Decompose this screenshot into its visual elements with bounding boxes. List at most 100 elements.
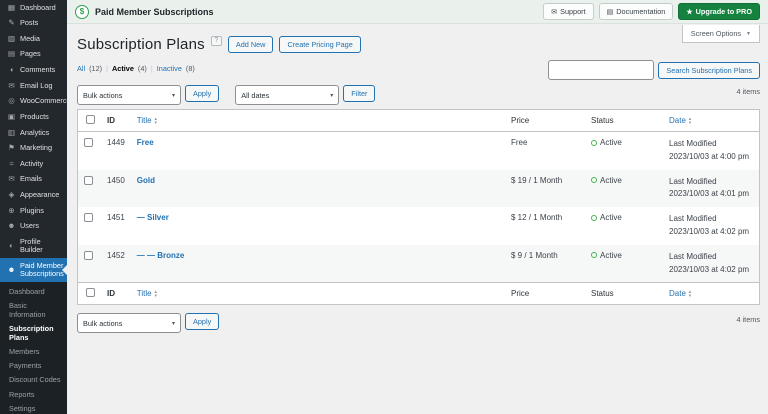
- plan-title-link[interactable]: — — Bronze: [137, 251, 185, 260]
- chevron-down-icon: ▾: [330, 92, 334, 99]
- submenu-item-dashboard[interactable]: Dashboard: [0, 284, 67, 298]
- plan-price: $ 12 / 1 Month: [511, 213, 563, 223]
- submenu-item-payments[interactable]: Payments: [0, 359, 67, 373]
- support-icon: ✉: [551, 8, 558, 16]
- filter-separator: |: [150, 64, 153, 73]
- search-input[interactable]: [548, 60, 655, 80]
- row-checkbox[interactable]: [84, 250, 93, 260]
- column-date-sort-link[interactable]: Date ▲ ▼: [669, 116, 692, 125]
- apply-button-bottom[interactable]: Apply: [185, 313, 220, 331]
- search-button[interactable]: Search Subscription Plans: [658, 61, 760, 79]
- column-title-sort-link[interactable]: Title ▲ ▼: [137, 289, 158, 298]
- help-icon[interactable]: ?: [210, 35, 222, 46]
- support-label: Support: [560, 7, 586, 16]
- sidebar-item-label: Analytics: [20, 127, 50, 137]
- row-checkbox[interactable]: [84, 138, 93, 147]
- column-date-sort-link[interactable]: Date ▲ ▼: [669, 289, 692, 298]
- sidebar-item-woocommerce[interactable]: ◎ WooCommerce: [0, 94, 67, 110]
- bulk-actions-select-bottom[interactable]: Bulk actions ▾: [77, 313, 181, 334]
- filter-button[interactable]: Filter: [343, 85, 376, 102]
- sidebar-item-pages[interactable]: ▤ Pages: [0, 47, 67, 63]
- create-pricing-page-button[interactable]: Create Pricing Page: [279, 35, 361, 53]
- sidebar-item-comments[interactable]: ◖ Comments: [0, 63, 67, 79]
- screen-options-tab[interactable]: Screen Options ▼: [681, 25, 760, 43]
- sort-icon: ▲ ▼: [153, 289, 158, 298]
- add-new-button[interactable]: Add New: [227, 35, 274, 53]
- sidebar-item-dashboard[interactable]: ▦ Dashboard: [0, 0, 67, 16]
- sidebar-item-label: Plugins: [20, 205, 44, 215]
- sidebar-item-label: Products: [20, 111, 49, 121]
- bulk-actions-label: Bulk actions: [83, 90, 123, 100]
- sidebar-item-label: Marketing: [20, 143, 53, 153]
- plugins-icon: ⊕: [8, 205, 15, 215]
- plan-date: Last Modified 2023/10/03 at 4:02 pm: [669, 214, 750, 236]
- sidebar-item-email-log[interactable]: ✉ Email Log: [0, 78, 67, 94]
- chevron-down-icon: ▼: [746, 30, 751, 37]
- sidebar-item-activity[interactable]: ≈ Activity: [0, 156, 67, 172]
- sidebar-item-analytics[interactable]: ▥ Analytics: [0, 125, 67, 141]
- filter-all-count: (12): [89, 64, 103, 73]
- filter-active-link[interactable]: Active: [112, 64, 134, 73]
- sidebar-item-media[interactable]: ▨ Media: [0, 31, 67, 47]
- plan-title-link[interactable]: — Silver: [137, 213, 169, 222]
- sidebar-item-appearance[interactable]: ◈ Appearance: [0, 188, 67, 204]
- sidebar-item-label: Emails: [20, 174, 42, 184]
- sidebar-item-emails[interactable]: ✉ Emails: [0, 172, 67, 188]
- sidebar-item-marketing[interactable]: ⚑ Marketing: [0, 141, 67, 157]
- sidebar-item-label: Activity: [20, 158, 44, 168]
- table-body: 1449 Free Free Active Last Modified 2023…: [78, 132, 759, 283]
- all-dates-select[interactable]: All dates ▾: [235, 85, 340, 105]
- filter-all-link[interactable]: All: [77, 64, 85, 73]
- submenu-item-members[interactable]: Members: [0, 345, 67, 359]
- column-status: Status: [585, 282, 663, 305]
- submenu-item-reports[interactable]: Reports: [0, 387, 67, 401]
- upgrade-to-pro-button[interactable]: ★ Upgrade to PRO: [678, 3, 760, 20]
- column-title-label: Title: [136, 289, 152, 299]
- table-row: 1449 Free Free Active Last Modified 2023…: [78, 132, 759, 170]
- select-all-checkbox[interactable]: [86, 115, 95, 124]
- plan-title-link[interactable]: Free: [137, 138, 154, 147]
- media-icon: ▨: [7, 33, 16, 43]
- table-row: 1450 Gold $ 19 / 1 Month Active Last Mod…: [78, 169, 759, 208]
- column-date-label: Date: [669, 116, 686, 125]
- plan-id: 1451: [107, 213, 125, 223]
- sidebar-item-products[interactable]: ▣ Products: [0, 109, 67, 125]
- submenu-item-subscription-plans[interactable]: Subscription Plans: [0, 321, 67, 344]
- sidebar-item-posts[interactable]: ✎ Posts: [0, 16, 67, 32]
- column-title-sort-link[interactable]: Title ▲ ▼: [137, 116, 158, 125]
- sidebar-item-profile-builder[interactable]: ◐ Profile Builder: [0, 234, 67, 258]
- sidebar-item-plugins[interactable]: ⊕ Plugins: [0, 203, 67, 219]
- select-all-checkbox[interactable]: [86, 288, 95, 298]
- items-count: 4 items: [736, 87, 760, 96]
- sidebar-item-users[interactable]: ☻ Users: [0, 219, 67, 235]
- filter-inactive-link[interactable]: Inactive: [157, 64, 182, 73]
- documentation-button[interactable]: ▤ Documentation: [598, 3, 674, 20]
- profile-builder-icon: ◐: [9, 240, 14, 250]
- sidebar-item-label: Posts: [20, 18, 39, 28]
- search-box: Search Subscription Plans: [548, 60, 760, 80]
- bulk-actions-label: Bulk actions: [83, 318, 123, 328]
- sidebar-item-label: Paid Member Subscriptions: [20, 260, 64, 279]
- row-checkbox[interactable]: [84, 175, 93, 185]
- bulk-actions-select[interactable]: Bulk actions ▾: [77, 85, 181, 105]
- support-button[interactable]: ✉ Support: [543, 3, 594, 20]
- sidebar-item-label: Pages: [20, 49, 41, 59]
- sort-icon: ▲ ▼: [687, 115, 693, 125]
- wp-admin-app: ▦ Dashboard ✎ Posts ▨ Media ▤ Pages ◖ Co…: [0, 0, 768, 414]
- plan-title-link[interactable]: Gold: [137, 176, 155, 185]
- submenu-item-settings[interactable]: Settings: [0, 401, 67, 414]
- plan-id: 1450: [107, 175, 125, 185]
- table-footer: ID Title ▲ ▼ Price Status Date ▲ ▼: [78, 282, 759, 305]
- emails-icon: ✉: [8, 174, 15, 184]
- plan-price: $ 19 / 1 Month: [511, 175, 563, 185]
- apply-button[interactable]: Apply: [185, 85, 220, 102]
- submenu-item-discount-codes[interactable]: Discount Codes: [0, 373, 67, 387]
- status-active-icon: [591, 177, 597, 184]
- row-checkbox[interactable]: [84, 213, 93, 223]
- status-active-icon: [591, 214, 597, 221]
- plan-id: 1452: [107, 250, 125, 260]
- plans-table: ID Title ▲ ▼ Price Status Date ▲ ▼ 1449 …: [78, 110, 759, 305]
- plan-date: Last Modified 2023/10/03 at 4:00 pm: [669, 139, 750, 161]
- submenu-item-basic-information[interactable]: Basic Information: [0, 298, 67, 321]
- sidebar-item-paid-member-subscriptions[interactable]: ☻ Paid Member Subscriptions: [0, 258, 67, 282]
